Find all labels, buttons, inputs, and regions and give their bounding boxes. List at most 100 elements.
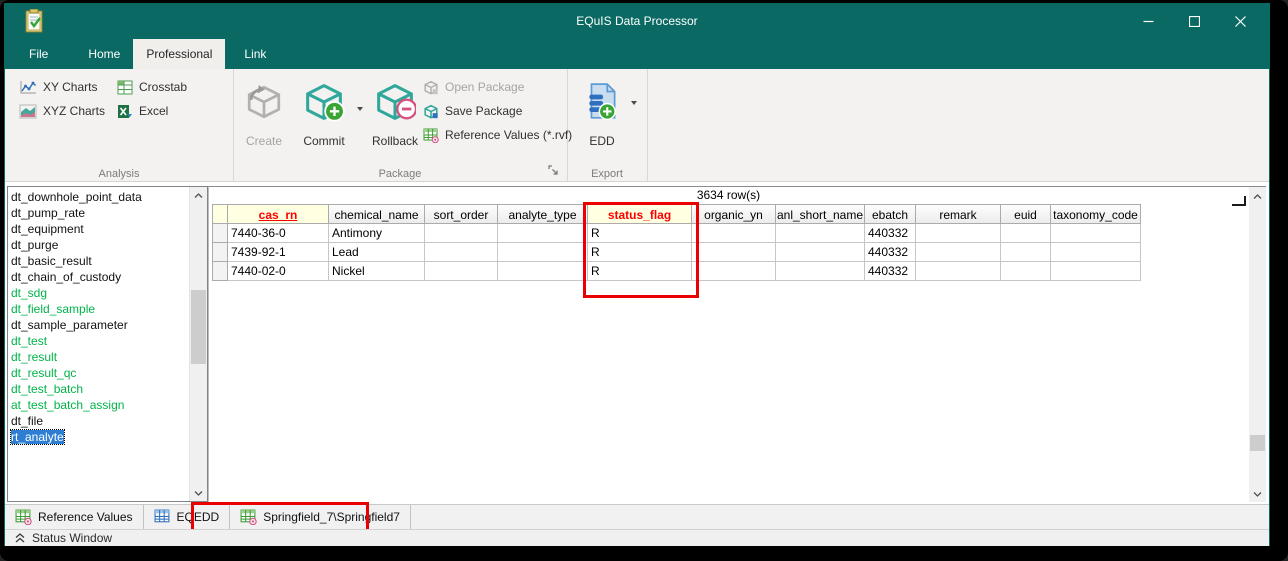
- row-indicator[interactable]: [212, 243, 228, 262]
- doc-tab-eqedd[interactable]: EQEDD: [144, 505, 231, 529]
- minimize-button[interactable]: [1125, 4, 1171, 39]
- edd-dropdown-caret[interactable]: [631, 101, 637, 105]
- open-package-button[interactable]: Open Package: [423, 76, 524, 98]
- column-header-organic_yn[interactable]: organic_yn: [692, 204, 776, 224]
- sidebar-item-dt_equipment[interactable]: dt_equipment: [8, 221, 207, 237]
- table-cell[interactable]: [498, 243, 588, 262]
- column-header-anl_short_name[interactable]: anl_short_name: [776, 204, 865, 224]
- table-cell[interactable]: [425, 262, 498, 281]
- table-cell[interactable]: [1051, 243, 1141, 262]
- sidebar-item-dt_file[interactable]: dt_file: [8, 413, 207, 429]
- table-cell[interactable]: [425, 243, 498, 262]
- table-cell[interactable]: [692, 224, 776, 243]
- table-cell[interactable]: [776, 224, 865, 243]
- sidebar-item-dt_sdg[interactable]: dt_sdg: [8, 285, 207, 301]
- open-package-icon: [423, 80, 439, 95]
- tab-professional[interactable]: Professional: [133, 39, 225, 69]
- table-cell[interactable]: [498, 224, 588, 243]
- sidebar-item-dt_purge[interactable]: dt_purge: [8, 237, 207, 253]
- table-cell[interactable]: [692, 243, 776, 262]
- column-header-sort_order[interactable]: sort_order: [425, 204, 498, 224]
- column-header-ebatch[interactable]: ebatch: [865, 204, 916, 224]
- table-cell[interactable]: Antimony: [329, 224, 425, 243]
- save-package-icon: [423, 104, 439, 119]
- sidebar-item-dt_pump_rate[interactable]: dt_pump_rate: [8, 205, 207, 221]
- tab-home[interactable]: Home: [75, 39, 133, 69]
- sidebar-item-dt_test_batch[interactable]: dt_test_batch: [8, 381, 207, 397]
- table-cell[interactable]: 7439-92-1: [228, 243, 329, 262]
- table-cell[interactable]: [1001, 224, 1051, 243]
- sidebar-item-dt_field_sample[interactable]: dt_field_sample: [8, 301, 207, 317]
- grid-scrollbar[interactable]: [1249, 187, 1266, 502]
- sidebar-item-dt_result_qc[interactable]: dt_result_qc: [8, 365, 207, 381]
- sidebar-item-dt_test[interactable]: dt_test: [8, 333, 207, 349]
- reference-values-button[interactable]: Reference Values (*.rvf): [423, 124, 572, 146]
- doc-tab-springfield[interactable]: Springfield_7\Springfield7: [230, 505, 411, 529]
- table-cell[interactable]: 440332: [865, 262, 916, 281]
- scroll-down-arrow-icon[interactable]: [190, 485, 207, 501]
- table-cell[interactable]: 440332: [865, 224, 916, 243]
- grid-scroll-down-arrow-icon[interactable]: [1249, 486, 1266, 502]
- rollback-button[interactable]: Rollback: [365, 74, 425, 170]
- xy-charts-button[interactable]: XY Charts: [19, 76, 97, 98]
- table-cell[interactable]: Nickel: [329, 262, 425, 281]
- document-tab-bar: Reference Values EQEDD: [5, 504, 1269, 529]
- column-header-analyte_type[interactable]: analyte_type: [498, 204, 588, 224]
- table-cell[interactable]: [692, 262, 776, 281]
- table-cell[interactable]: R: [588, 243, 692, 262]
- sidebar-item-label: at_test_batch_assign: [11, 398, 124, 412]
- excel-button[interactable]: Excel: [117, 100, 168, 122]
- sidebar-item-dt_result[interactable]: dt_result: [8, 349, 207, 365]
- column-header-chemical_name[interactable]: chemical_name: [329, 204, 425, 224]
- table-cell[interactable]: Lead: [329, 243, 425, 262]
- table-cell[interactable]: [1051, 262, 1141, 281]
- column-header-remark[interactable]: remark: [916, 204, 1001, 224]
- table-cell[interactable]: [1001, 262, 1051, 281]
- table-cell[interactable]: [1051, 224, 1141, 243]
- table-cell[interactable]: [916, 243, 1001, 262]
- excel-label: Excel: [139, 104, 168, 118]
- table-cell[interactable]: [425, 224, 498, 243]
- tab-link[interactable]: Link: [231, 39, 279, 69]
- doc-tab-reference-values[interactable]: Reference Values: [5, 505, 144, 529]
- tab-file[interactable]: File: [16, 39, 61, 69]
- xyz-charts-button[interactable]: XYZ Charts: [19, 100, 105, 122]
- sidebar-scrollbar[interactable]: [189, 187, 207, 501]
- sidebar-scrollbar-thumb[interactable]: [191, 290, 206, 364]
- save-package-button[interactable]: Save Package: [423, 100, 522, 122]
- scroll-up-arrow-icon[interactable]: [190, 187, 207, 203]
- row-indicator[interactable]: [212, 224, 228, 243]
- table-cell[interactable]: [916, 262, 1001, 281]
- column-header-cas_rn[interactable]: cas_rn: [228, 204, 329, 224]
- maximize-button[interactable]: [1171, 4, 1217, 39]
- edd-button[interactable]: EDD: [577, 74, 627, 170]
- grid-scrollbar-thumb[interactable]: [1250, 435, 1265, 451]
- create-button[interactable]: Create: [239, 74, 289, 170]
- table-cell[interactable]: [776, 243, 865, 262]
- sidebar-item-dt_chain_of_custody[interactable]: dt_chain_of_custody: [8, 269, 207, 285]
- column-header-status_flag[interactable]: status_flag: [588, 204, 692, 224]
- table-cell[interactable]: R: [588, 224, 692, 243]
- commit-dropdown-caret[interactable]: [357, 107, 363, 111]
- table-cell[interactable]: 440332: [865, 243, 916, 262]
- table-cell[interactable]: [498, 262, 588, 281]
- table-cell[interactable]: [916, 224, 1001, 243]
- commit-button[interactable]: Commit: [297, 74, 351, 170]
- sidebar-item-dt_downhole_point_data[interactable]: dt_downhole_point_data: [8, 189, 207, 205]
- table-cell[interactable]: [1001, 243, 1051, 262]
- table-cell[interactable]: [776, 262, 865, 281]
- table-cell[interactable]: 7440-02-0: [228, 262, 329, 281]
- column-header-euid[interactable]: euid: [1001, 204, 1051, 224]
- sidebar-item-dt_sample_parameter[interactable]: dt_sample_parameter: [8, 317, 207, 333]
- column-header-taxonomy_code[interactable]: taxonomy_code: [1051, 204, 1141, 224]
- row-indicator[interactable]: [212, 262, 228, 281]
- grid-scroll-up-arrow-icon[interactable]: [1249, 188, 1266, 204]
- close-button[interactable]: [1217, 4, 1263, 39]
- sidebar-item-dt_basic_result[interactable]: dt_basic_result: [8, 253, 207, 269]
- status-window-bar[interactable]: Status Window: [5, 529, 1269, 546]
- sidebar-item-rt_analyte[interactable]: rt_analyte: [8, 429, 207, 445]
- sidebar-item-at_test_batch_assign[interactable]: at_test_batch_assign: [8, 397, 207, 413]
- table-cell[interactable]: R: [588, 262, 692, 281]
- crosstab-button[interactable]: Crosstab: [117, 76, 187, 98]
- table-cell[interactable]: 7440-36-0: [228, 224, 329, 243]
